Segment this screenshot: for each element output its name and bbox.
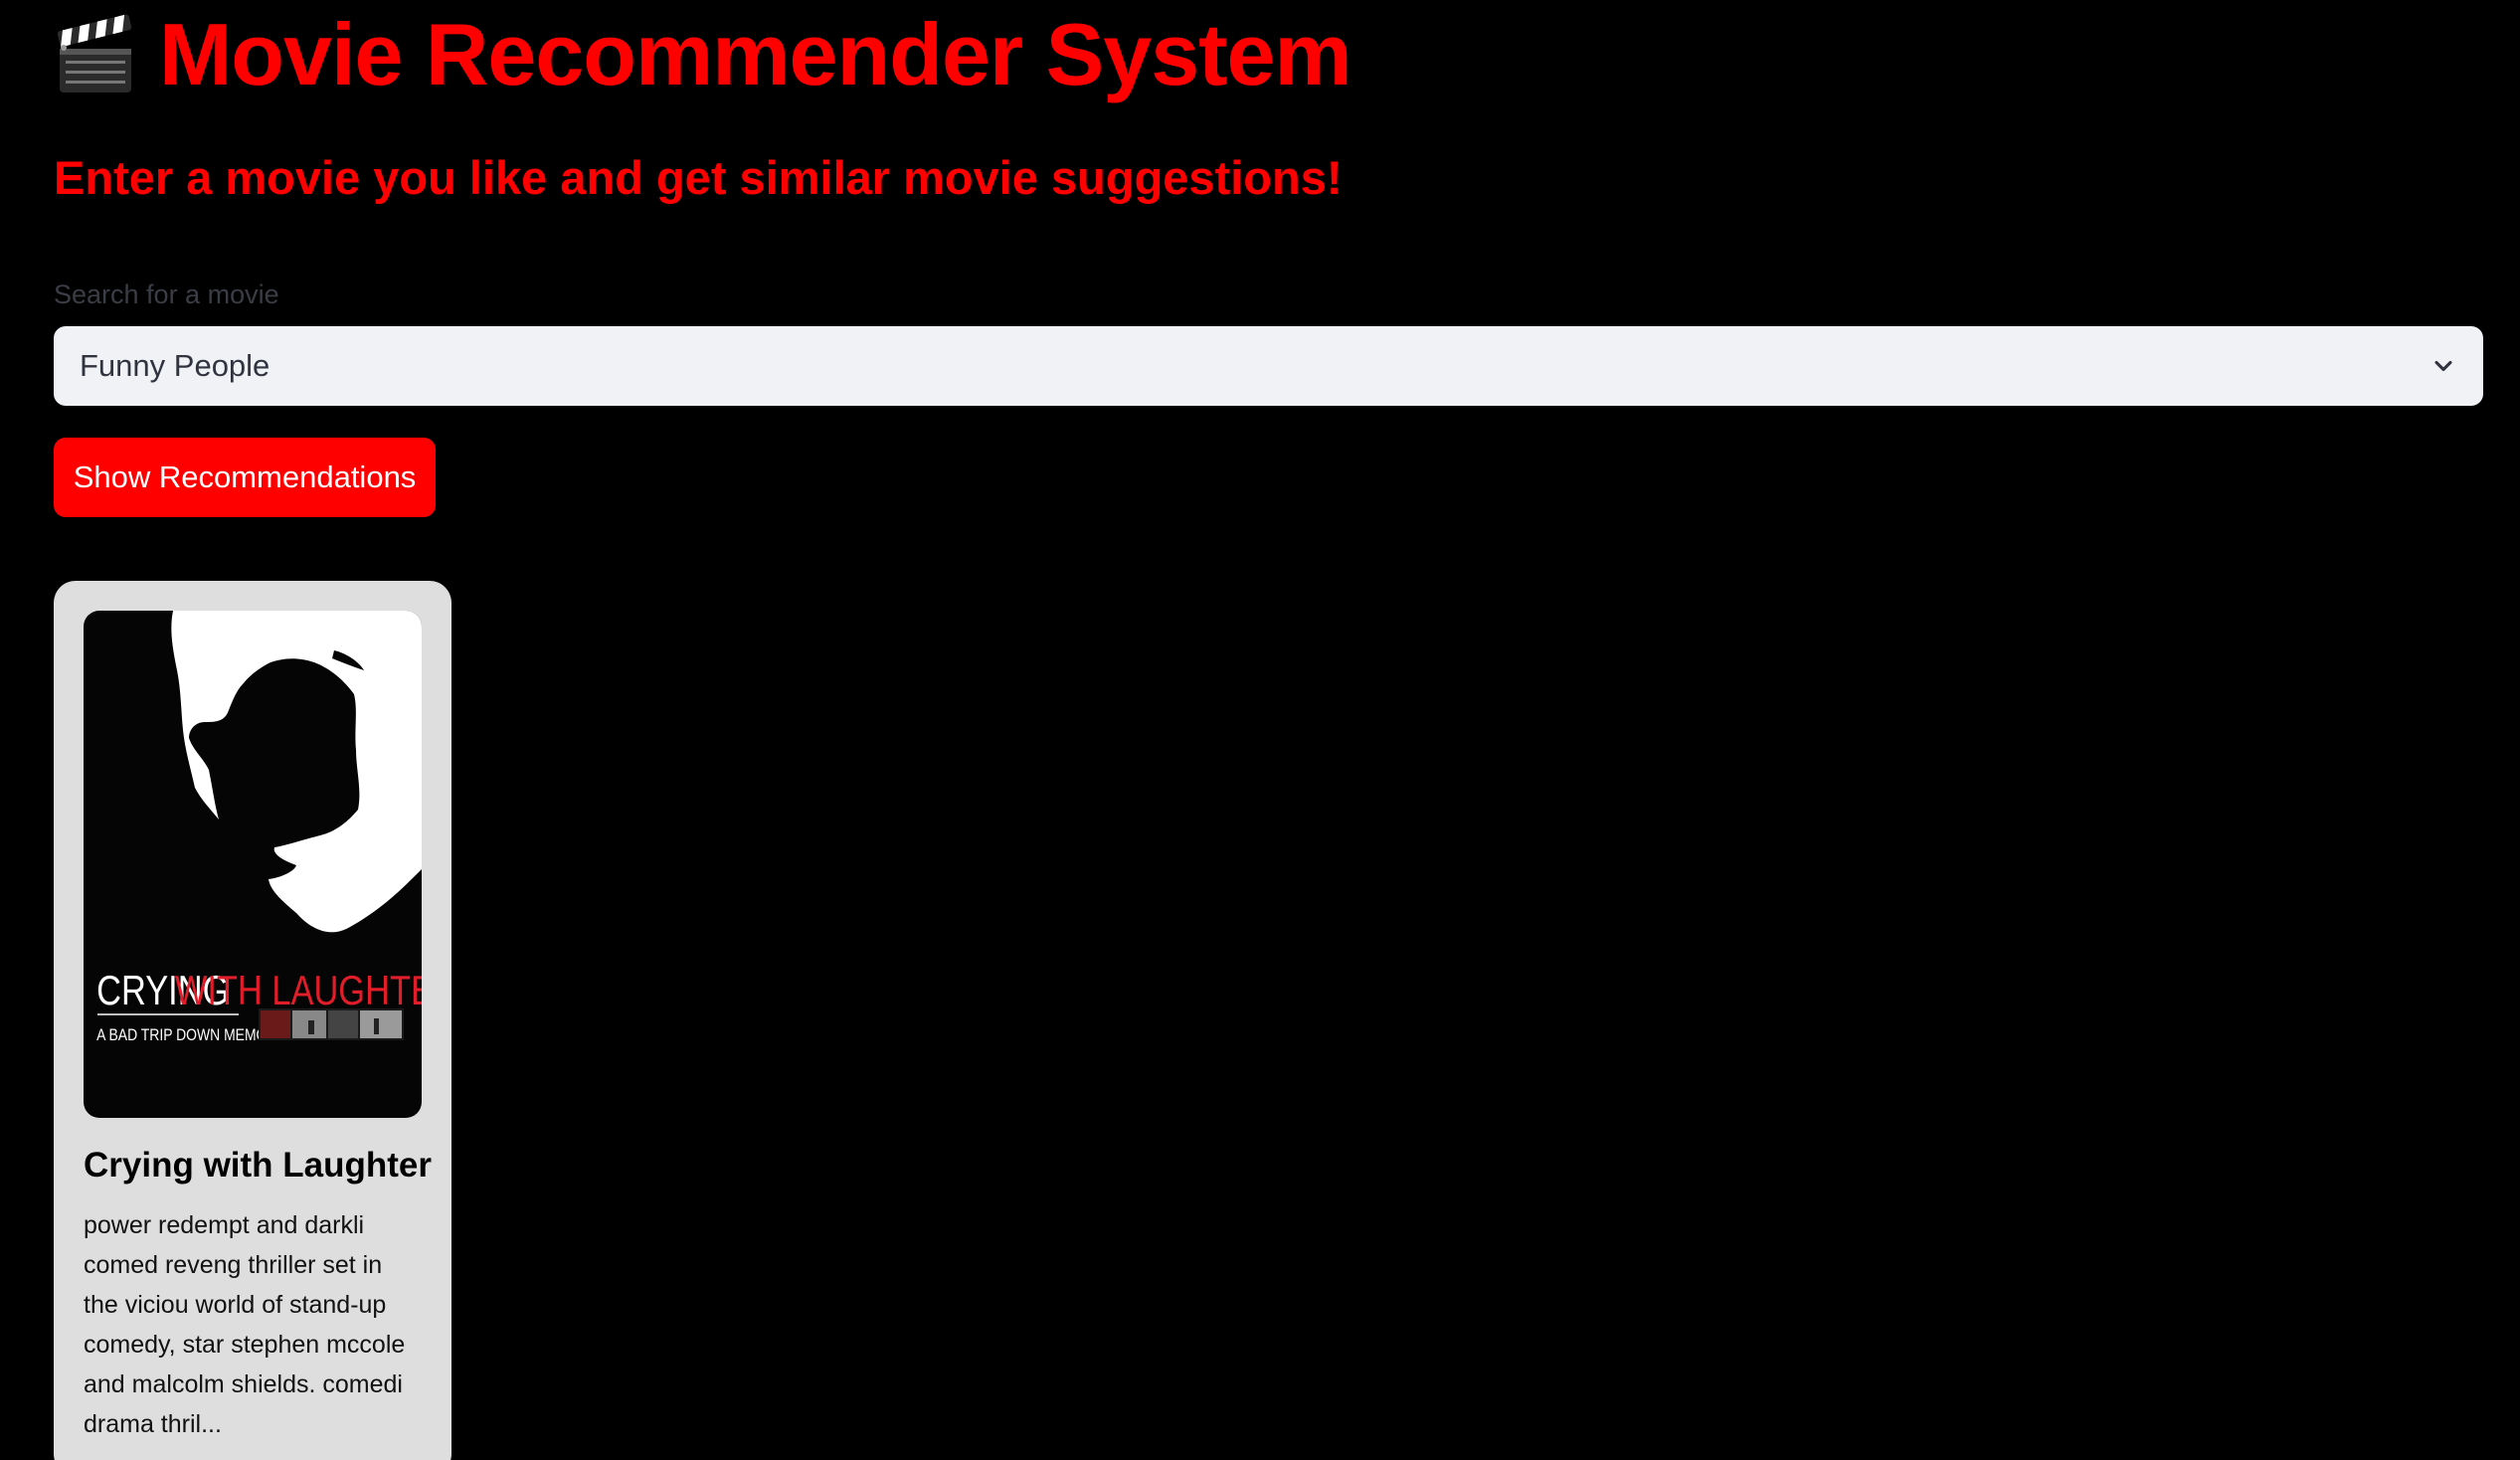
recommendation-card: CRYING WITH LAUGHTER A BAD TRIP DOWN MEM…: [54, 581, 451, 1460]
movie-title: Crying with Laughter: [84, 1146, 432, 1185]
poster-title-part2: WITH LAUGHTER: [175, 968, 422, 1014]
search-label: Search for a movie: [54, 279, 279, 309]
page-title: Movie Recommender System: [159, 5, 1352, 103]
clapperboard-icon: [57, 14, 132, 92]
movie-poster[interactable]: CRYING WITH LAUGHTER A BAD TRIP DOWN MEM…: [84, 611, 422, 1118]
movie-select-value: Funny People: [80, 348, 270, 383]
movie-select[interactable]: Funny People: [54, 326, 2483, 406]
page-subtitle: Enter a movie you like and get similar m…: [54, 151, 1343, 204]
movie-description: power redempt and darkli comed reveng th…: [84, 1211, 406, 1438]
chevron-down-icon[interactable]: [2430, 352, 2457, 380]
header: Movie Recommender System: [54, 0, 1352, 109]
app-page: Movie Recommender System Enter a movie y…: [0, 0, 2520, 1460]
show-recommendations-button[interactable]: Show Recommendations: [54, 438, 436, 517]
